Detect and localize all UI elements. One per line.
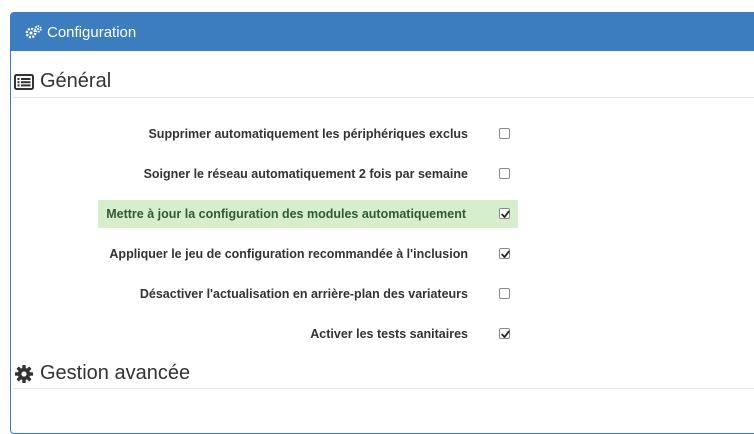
option-checkbox[interactable] [499, 288, 510, 299]
option-checkbox[interactable] [499, 208, 510, 219]
option-label: Mettre à jour la configuration des modul… [106, 207, 466, 221]
option-row: Soigner le réseau automatiquement 2 fois… [0, 160, 540, 188]
option-checkbox[interactable] [499, 128, 510, 139]
option-checkbox[interactable] [499, 328, 510, 339]
gear-icon [14, 363, 36, 385]
gears-icon [25, 23, 43, 41]
option-label: Désactiver l'actualisation en arrière-pl… [139, 287, 468, 301]
option-checkbox[interactable] [499, 168, 510, 179]
option-row: Mettre à jour la configuration des modul… [98, 200, 518, 228]
section-divider [14, 97, 754, 98]
option-row: Supprimer automatiquement les périphériq… [0, 120, 540, 148]
option-row: Désactiver l'actualisation en arrière-pl… [0, 280, 540, 308]
option-row: Appliquer le jeu de configuration recomm… [0, 240, 540, 268]
section-title-general: Général [14, 70, 111, 93]
section-title-general-label: Général [40, 70, 112, 92]
checkmark-icon [501, 210, 510, 218]
option-row: Activer les tests sanitaires [0, 320, 540, 348]
checkmark-icon [501, 250, 510, 258]
panel-title: Configuration [47, 23, 137, 41]
list-alt-icon [14, 71, 36, 93]
option-label: Soigner le réseau automatiquement 2 fois… [143, 167, 468, 181]
checkmark-icon [501, 330, 510, 338]
section-title-advanced-label: Gestion avancée [40, 362, 191, 384]
section-title-advanced: Gestion avancée [14, 362, 190, 385]
option-checkbox[interactable] [499, 248, 510, 259]
option-label: Appliquer le jeu de configuration recomm… [109, 247, 468, 261]
panel-heading: Configuration [11, 13, 754, 51]
option-label: Activer les tests sanitaires [310, 327, 468, 341]
option-label: Supprimer automatiquement les périphériq… [148, 127, 468, 141]
section-divider [14, 388, 754, 389]
